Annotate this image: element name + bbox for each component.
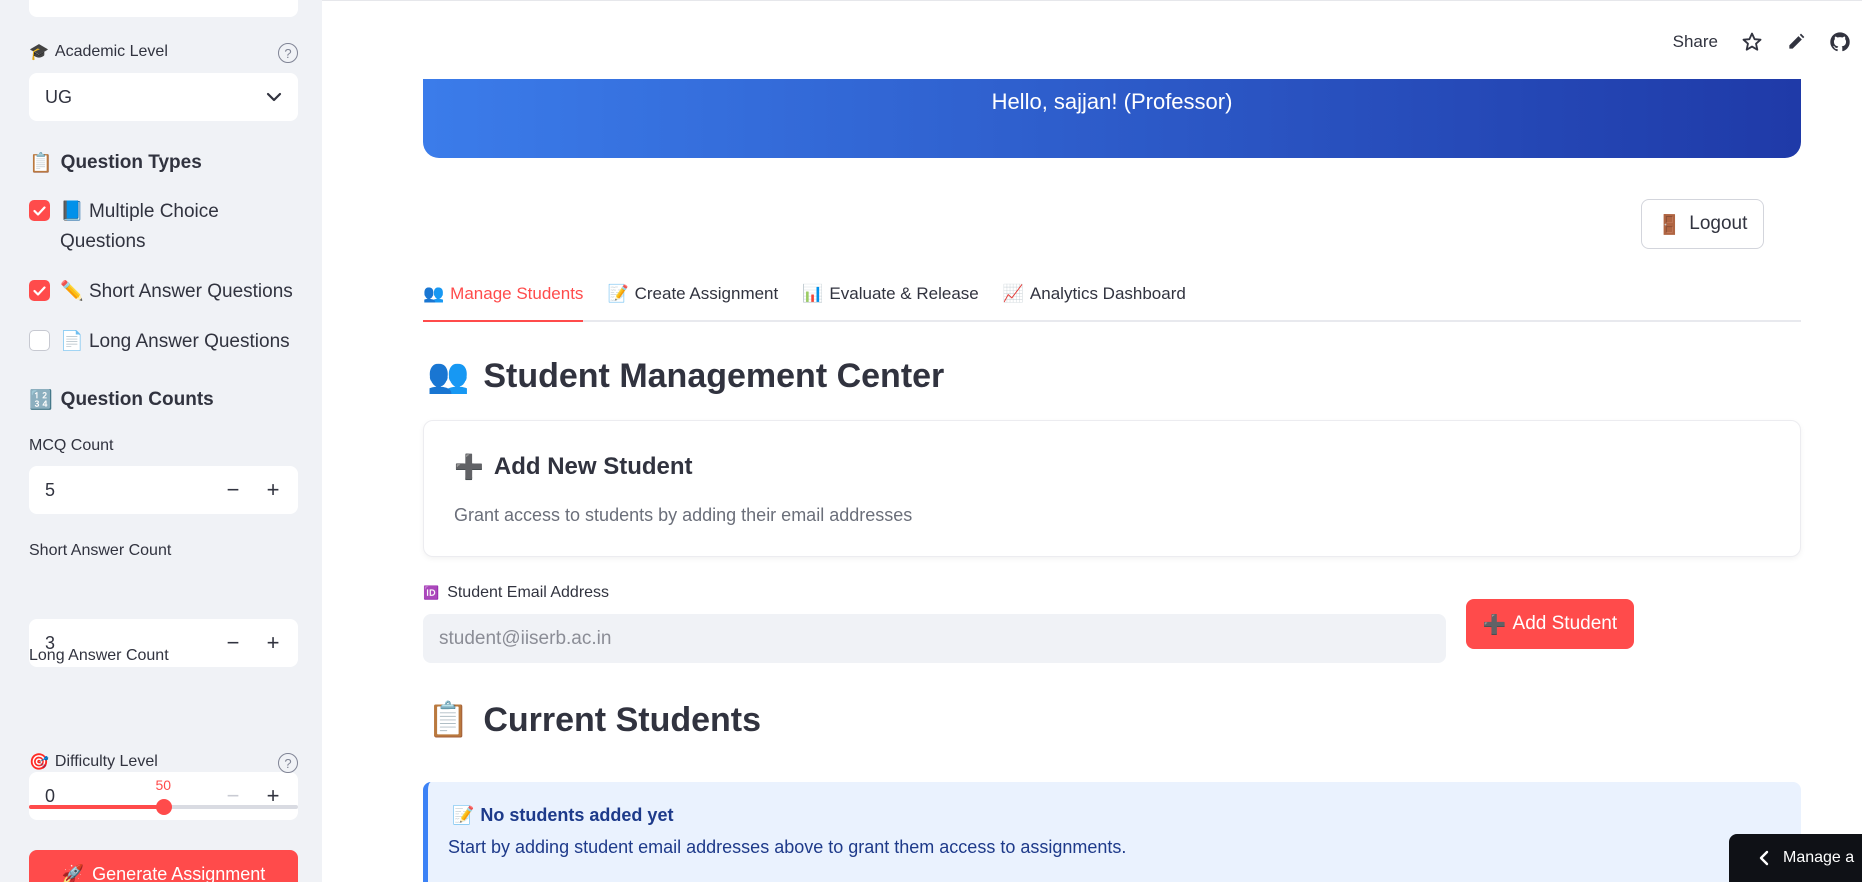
info-text: Start by adding student email addresses … — [448, 837, 1127, 857]
manage-app-label: Manage a — [1783, 849, 1855, 866]
tab-analytics-dashboard[interactable]: 📈 Analytics Dashboard — [1003, 280, 1186, 322]
sidebar: 🎓 Academic Level ? UG 📋 Question Types 📘… — [0, 0, 322, 882]
long-answer-count-value[interactable]: 0 — [45, 786, 55, 807]
checkbox-unchecked-icon[interactable] — [29, 330, 50, 351]
email-label-text: Student Email Address — [447, 584, 610, 601]
difficulty-slider-value: 50 — [155, 777, 172, 793]
plus-icon: ➕ — [1482, 613, 1507, 636]
academic-level-label-row: 🎓 Academic Level ? — [29, 42, 298, 64]
page-title-text: Student Management Center — [483, 356, 945, 395]
short-answer-count-label: Short Answer Count — [29, 542, 172, 559]
difficulty-slider-thumb[interactable] — [155, 799, 172, 815]
card-title-text: Add New Student — [493, 453, 693, 480]
question-counts-heading: 🔢 Question Counts — [29, 388, 298, 412]
banner-greeting: Hello, sajjan! (Professor) — [991, 89, 1233, 114]
current-students-title: Current Students — [483, 700, 762, 739]
sidebar-top-input[interactable] — [29, 0, 298, 17]
academic-level-value: UG — [45, 86, 72, 107]
tab-evaluate-release[interactable]: 📊 Evaluate & Release — [802, 280, 979, 322]
manage-app-button[interactable]: Manage a — [1729, 834, 1862, 882]
id-icon: 🆔 — [423, 585, 440, 601]
memo-icon: 📝 — [452, 805, 475, 826]
pencil-icon: ✏️ — [60, 280, 84, 302]
mcq-count-label: MCQ Count — [29, 437, 114, 454]
mcq-count-value[interactable]: 5 — [45, 480, 55, 501]
header-divider — [322, 0, 1862, 5]
info-title-text: No students added yet — [480, 805, 674, 825]
tab-label: Analytics Dashboard — [1029, 284, 1186, 303]
academic-level-label: Academic Level — [54, 42, 168, 60]
clipboard-icon: 📋 — [29, 152, 53, 174]
graduation-cap-icon: 🎓 — [29, 42, 49, 61]
tab-label: Manage Students — [450, 284, 584, 303]
numbers-icon: 🔢 — [29, 389, 53, 411]
plus-icon[interactable]: + — [260, 477, 286, 503]
generate-assignment-button[interactable]: 🚀 Generate Assignment — [29, 850, 298, 882]
rocket-icon: 🚀 — [61, 863, 85, 882]
people-icon: 👥 — [427, 356, 470, 396]
toolbar: Share — [1673, 30, 1862, 54]
door-icon: 🚪 — [1657, 213, 1682, 236]
clipboard-icon: 📋 — [427, 700, 470, 740]
chevron-left-icon — [1759, 850, 1769, 866]
checkbox-label: Multiple Choice Questions — [60, 201, 219, 252]
info-title: 📝 No students added yet — [452, 805, 673, 826]
help-icon[interactable]: ? — [278, 753, 298, 773]
difficulty-label-row: 🎯 Difficulty Level ? — [29, 752, 298, 774]
checkbox-checked-icon[interactable] — [29, 280, 50, 301]
checkbox-checked-icon[interactable] — [29, 200, 50, 221]
card-title: ➕ Add New Student — [454, 453, 693, 481]
tab-label: Evaluate & Release — [829, 284, 979, 303]
checkbox-long-answer[interactable]: 📄 Long Answer Questions — [29, 326, 298, 357]
add-student-card: ➕ Add New Student Grant access to studen… — [423, 420, 1801, 557]
email-field-label: 🆔 Student Email Address — [423, 584, 609, 602]
trend-chart-icon: 📈 — [1002, 284, 1024, 304]
difficulty-slider-fill — [29, 805, 164, 809]
card-subtitle: Grant access to students by adding their… — [454, 505, 913, 525]
question-types-heading: 📋 Question Types — [29, 151, 298, 175]
checkbox-mcq[interactable]: 📘 Multiple Choice Questions — [29, 196, 298, 257]
checkbox-label: Short Answer Questions — [88, 281, 293, 302]
bar-chart-icon: 📊 — [802, 284, 824, 304]
long-answer-count-label: Long Answer Count — [29, 647, 169, 664]
tab-label: Create Assignment — [634, 284, 779, 303]
mcq-count-stepper[interactable]: 5 − + — [29, 466, 298, 514]
tab-manage-students[interactable]: 👥 Manage Students — [423, 280, 584, 322]
current-students-heading: 📋 Current Students — [427, 700, 761, 740]
main-content: Share Hello, sajjan! (Professor) 🚪 Logou… — [322, 0, 1862, 882]
welcome-banner: Hello, sajjan! (Professor) — [423, 79, 1801, 158]
page-icon: 📄 — [60, 330, 84, 352]
generate-assignment-label: Generate Assignment — [92, 863, 266, 882]
tab-bar: 👥 Manage Students 📝 Create Assignment 📊 … — [423, 280, 1801, 322]
email-field[interactable] — [423, 614, 1446, 663]
blue-book-icon: 📘 — [60, 200, 84, 222]
checkbox-label: Long Answer Questions — [88, 331, 290, 352]
page-title: 👥 Student Management Center — [427, 356, 944, 396]
academic-level-select[interactable]: UG — [29, 73, 298, 121]
edit-icon[interactable] — [1784, 30, 1808, 54]
add-student-button[interactable]: ➕ Add Student — [1466, 599, 1634, 649]
people-icon: 👥 — [423, 284, 445, 304]
question-types-title: Question Types — [60, 151, 202, 173]
tab-create-assignment[interactable]: 📝 Create Assignment — [607, 280, 778, 322]
plus-icon: ➕ — [454, 453, 484, 481]
checkbox-short-answer[interactable]: ✏️ Short Answer Questions — [29, 276, 298, 307]
minus-icon[interactable]: − — [220, 477, 246, 503]
logout-label: Logout — [1689, 213, 1748, 234]
difficulty-label: Difficulty Level — [54, 752, 158, 770]
memo-icon: 📝 — [607, 284, 629, 304]
add-student-label: Add Student — [1512, 613, 1618, 634]
github-icon[interactable] — [1828, 30, 1852, 54]
logout-button[interactable]: 🚪 Logout — [1641, 199, 1764, 249]
chevron-down-icon — [266, 92, 282, 102]
share-button[interactable]: Share — [1673, 32, 1718, 52]
info-alert: 📝 No students added yet Start by adding … — [423, 782, 1801, 882]
target-icon: 🎯 — [29, 752, 49, 771]
question-counts-title: Question Counts — [60, 388, 214, 410]
help-icon[interactable]: ? — [278, 43, 298, 63]
star-icon[interactable] — [1740, 30, 1764, 54]
